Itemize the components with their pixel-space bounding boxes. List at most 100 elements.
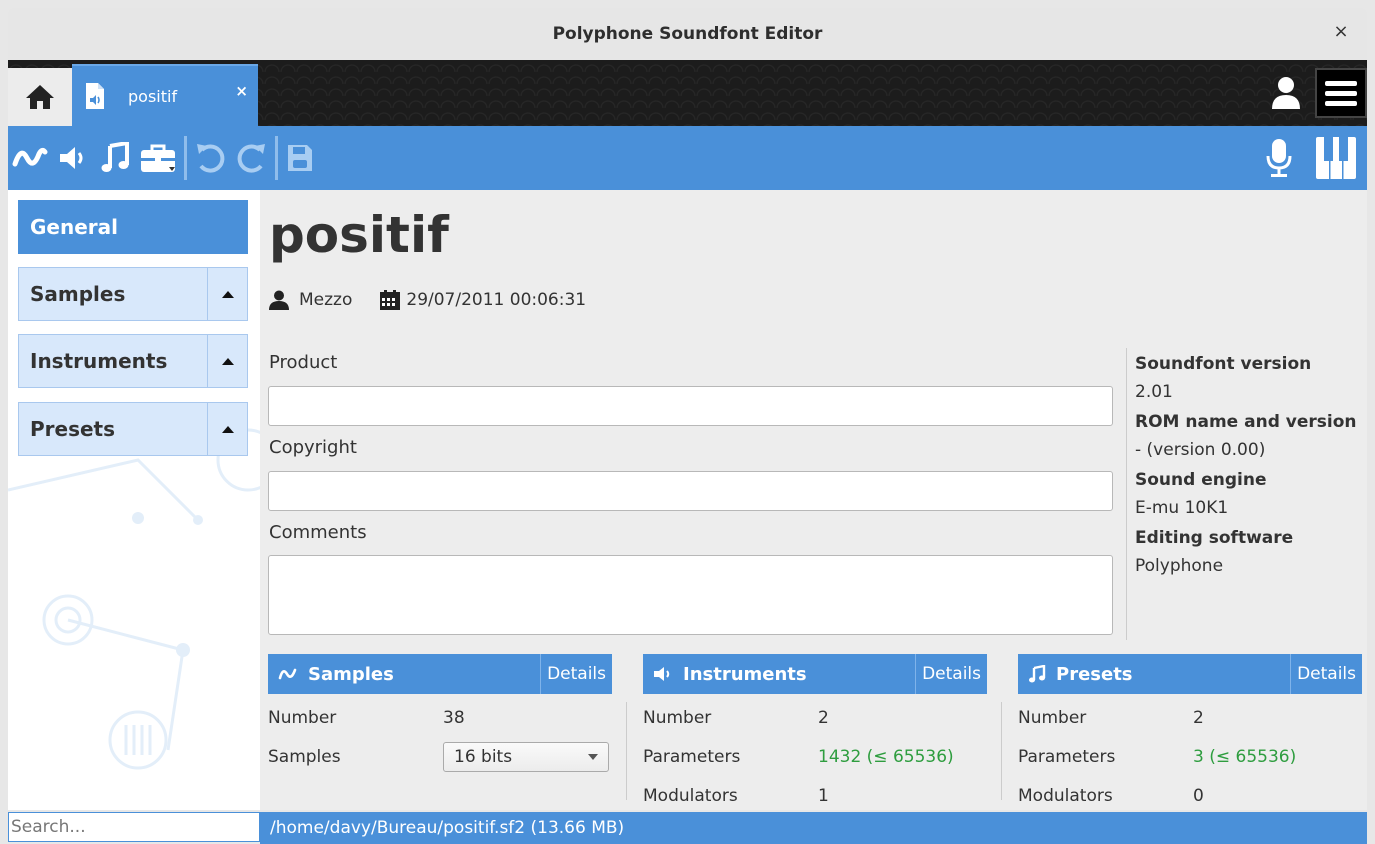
undo-button[interactable] bbox=[191, 126, 231, 190]
panel-title-label: Samples bbox=[308, 663, 394, 685]
new-preset-button[interactable] bbox=[94, 126, 136, 190]
info-value: 2.01 bbox=[1135, 382, 1173, 402]
expand-toggle[interactable] bbox=[207, 335, 247, 387]
row-key: Number bbox=[643, 708, 712, 728]
panel-title-label: Presets bbox=[1056, 663, 1133, 685]
panel-row: Number 38 bbox=[268, 700, 612, 736]
panel-divider bbox=[1001, 702, 1002, 800]
row-value: 2 bbox=[818, 708, 829, 728]
main-menu-button[interactable] bbox=[1315, 68, 1367, 118]
presets-panel: Presets Details Number 2 Parameters 3 (≤… bbox=[1018, 654, 1362, 806]
row-value: 1432 (≤ 65536) bbox=[818, 747, 954, 767]
caret-up-icon bbox=[221, 291, 234, 298]
status-bar: /home/davy/Bureau/positif.sf2 (13.66 MB) bbox=[260, 812, 1367, 844]
user-icon[interactable] bbox=[1271, 76, 1301, 110]
tools-button[interactable] bbox=[136, 126, 180, 190]
expand-toggle[interactable] bbox=[207, 268, 247, 320]
row-key: Samples bbox=[268, 747, 341, 767]
row-value: 3 (≤ 65536) bbox=[1193, 747, 1297, 767]
panel-divider bbox=[626, 702, 627, 800]
speaker-icon bbox=[60, 147, 83, 169]
comments-label: Comments bbox=[269, 522, 367, 543]
row-value: 1 bbox=[818, 786, 829, 806]
row-key: Parameters bbox=[643, 747, 741, 767]
sidebar-item-label: General bbox=[30, 215, 118, 239]
sidebar-item-label: Samples bbox=[30, 282, 126, 306]
home-tab[interactable] bbox=[8, 68, 72, 126]
waveform-icon bbox=[12, 147, 48, 167]
caret-up-icon bbox=[221, 426, 234, 433]
chevron-down-icon bbox=[588, 754, 598, 760]
search-input[interactable] bbox=[8, 812, 260, 842]
microphone-icon[interactable] bbox=[1265, 138, 1293, 178]
undo-icon bbox=[197, 144, 225, 173]
waveform-icon bbox=[278, 668, 297, 680]
expand-toggle[interactable] bbox=[207, 403, 247, 455]
page-title: positif bbox=[269, 206, 449, 264]
toolbar bbox=[8, 126, 1367, 190]
redo-icon bbox=[237, 144, 265, 173]
file-path: /home/davy/Bureau/positif.sf2 (13.66 MB) bbox=[270, 818, 625, 838]
row-value: 0 bbox=[1193, 786, 1204, 806]
sidebar-item-presets[interactable]: Presets bbox=[18, 402, 248, 456]
tab-label: positif bbox=[128, 86, 178, 106]
sidebar: General Samples Instruments Presets bbox=[8, 190, 260, 810]
info-key: Soundfont version bbox=[1135, 354, 1312, 374]
product-field[interactable] bbox=[268, 386, 1113, 426]
main-panel: positif Mezzo 29/07/2011 00:06:31 Produc… bbox=[260, 190, 1367, 810]
music-note-icon bbox=[1029, 665, 1046, 683]
window-titlebar: Polyphone Soundfont Editor × bbox=[8, 8, 1367, 60]
panel-title: Samples bbox=[268, 664, 540, 685]
select-value: 16 bits bbox=[454, 747, 513, 767]
window-close-button[interactable]: × bbox=[1329, 21, 1353, 42]
samples-details-button[interactable]: Details bbox=[540, 654, 612, 694]
toolbar-right bbox=[1265, 126, 1357, 190]
info-key: Editing software bbox=[1135, 528, 1294, 548]
author-name: Mezzo bbox=[299, 290, 353, 310]
redo-button[interactable] bbox=[231, 126, 271, 190]
panel-row: Parameters 3 (≤ 65536) bbox=[1018, 736, 1362, 778]
info-key: ROM name and version bbox=[1135, 412, 1357, 432]
copyright-label: Copyright bbox=[269, 437, 357, 458]
sidebar-item-general[interactable]: General bbox=[18, 200, 248, 254]
user-icon bbox=[269, 290, 289, 310]
comments-field[interactable] bbox=[268, 555, 1113, 635]
presets-details-button[interactable]: Details bbox=[1290, 654, 1362, 694]
sidebar-item-samples[interactable]: Samples bbox=[18, 267, 248, 321]
tab-positif[interactable]: positif × bbox=[72, 64, 258, 126]
panel-row: Samples 16 bits bbox=[268, 736, 612, 778]
new-instrument-button[interactable] bbox=[52, 126, 94, 190]
panel-header: Samples Details bbox=[268, 654, 612, 694]
row-key: Modulators bbox=[1018, 786, 1113, 806]
toolbar-separator bbox=[275, 136, 278, 180]
hamburger-icon bbox=[1325, 81, 1357, 106]
row-key: Number bbox=[1018, 708, 1087, 728]
speaker-icon bbox=[654, 667, 670, 681]
panel-row: Modulators 0 bbox=[1018, 778, 1362, 814]
save-button[interactable] bbox=[282, 126, 318, 190]
row-value: 2 bbox=[1193, 708, 1204, 728]
panel-row: Modulators 1 bbox=[643, 778, 987, 814]
copyright-field[interactable] bbox=[268, 471, 1113, 511]
toolbox-icon bbox=[141, 144, 175, 172]
info-value: Polyphone bbox=[1135, 556, 1224, 576]
calendar-icon bbox=[380, 290, 401, 310]
sidebar-item-instruments[interactable]: Instruments bbox=[18, 334, 248, 388]
row-key: Parameters bbox=[1018, 747, 1116, 767]
music-note-icon bbox=[101, 142, 129, 172]
panel-title: Presets bbox=[1018, 664, 1290, 685]
panel-row: Number 2 bbox=[643, 700, 987, 736]
panel-title: Instruments bbox=[643, 664, 915, 685]
panel-header: Presets Details bbox=[1018, 654, 1362, 694]
instruments-details-button[interactable]: Details bbox=[915, 654, 987, 694]
sample-bits-select[interactable]: 16 bits bbox=[443, 742, 609, 772]
soundfont-info: Soundfont version 2.01 ROM name and vers… bbox=[1126, 348, 1367, 640]
sidebar-item-label: Instruments bbox=[30, 349, 168, 373]
new-sample-button[interactable] bbox=[8, 126, 52, 190]
samples-panel: Samples Details Number 38 Samples 16 bit… bbox=[268, 654, 612, 804]
panel-header: Instruments Details bbox=[643, 654, 987, 694]
product-label: Product bbox=[269, 352, 338, 373]
toolbar-separator bbox=[184, 136, 187, 180]
piano-icon[interactable] bbox=[1315, 136, 1357, 180]
tab-close-button[interactable]: × bbox=[235, 82, 248, 100]
